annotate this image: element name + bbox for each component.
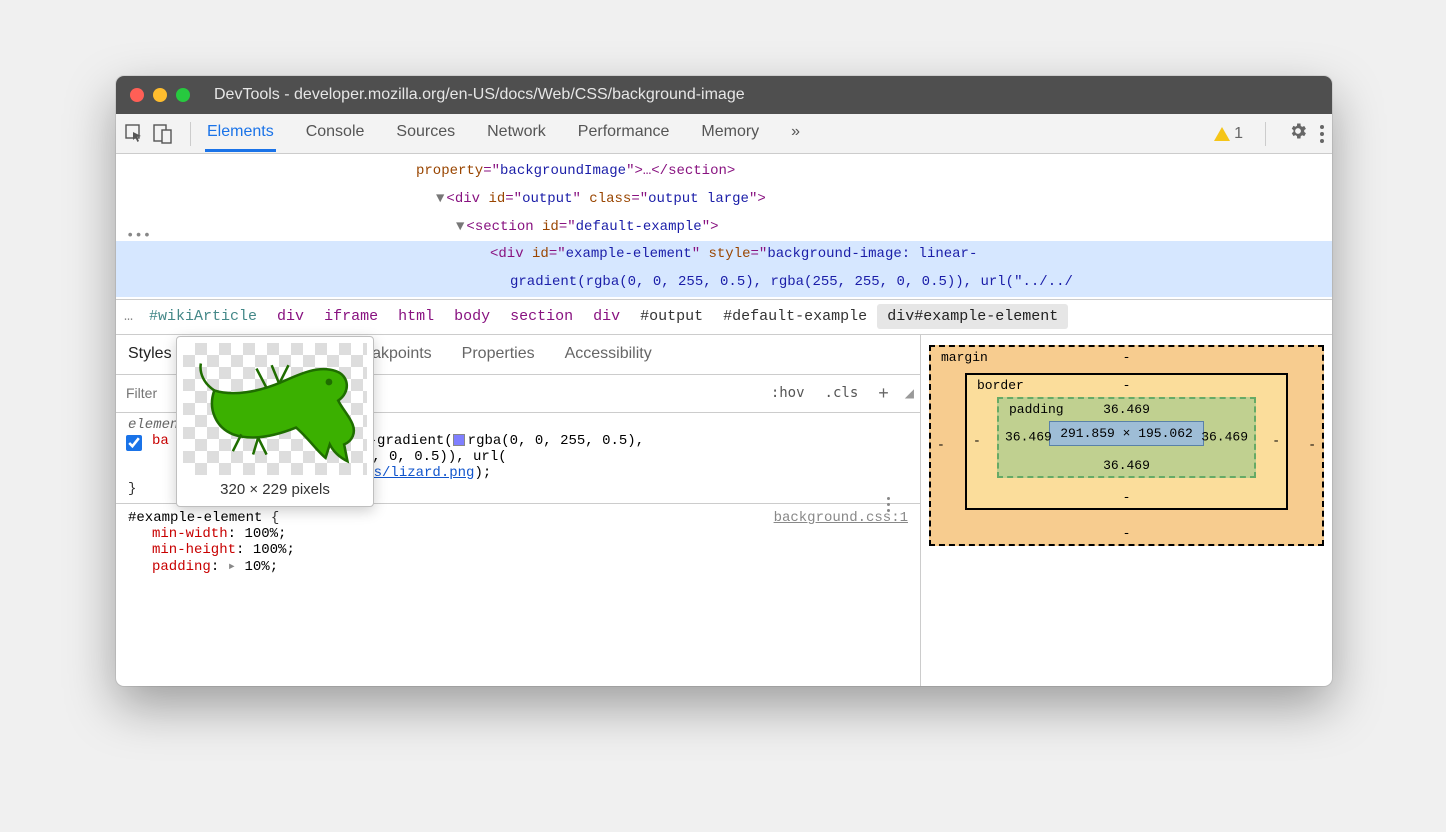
rule-close: } (128, 481, 136, 497)
more-options-icon[interactable] (1320, 125, 1324, 143)
box-border[interactable]: border - - - - padding 36.469 36.469 36.… (965, 373, 1288, 510)
separator (190, 122, 191, 146)
separator (1265, 122, 1266, 146)
dom-line[interactable]: property="backgroundImage">…</section> (116, 158, 1332, 186)
breadcrumb[interactable]: section (500, 304, 583, 329)
border-top[interactable]: - (1123, 378, 1131, 393)
close-window-button[interactable] (130, 88, 144, 102)
warning-icon (1214, 127, 1230, 141)
side-tab-styles[interactable]: Styles (128, 345, 172, 363)
breadcrumb-ellipsis[interactable]: … (124, 308, 133, 325)
new-style-rule-button[interactable]: + (868, 383, 899, 404)
style-declaration[interactable]: min-width: 100%; (128, 526, 908, 542)
dom-line[interactable]: ▼<div id="output" class="output large"> (116, 186, 1332, 214)
padding-right[interactable]: 36.469 (1201, 430, 1248, 445)
padding-bottom[interactable]: 36.469 (1103, 458, 1150, 473)
cls-toggle[interactable]: .cls (815, 385, 869, 401)
minimize-window-button[interactable] (153, 88, 167, 102)
image-dimensions: 320 × 229 pixels (183, 481, 367, 498)
breadcrumb[interactable]: div (267, 304, 314, 329)
expand-corner-icon[interactable]: ◢ (899, 386, 920, 400)
box-model-pane: margin - - - - border - - - - padding 36… (920, 335, 1332, 686)
twisty-icon[interactable]: ▼ (456, 219, 464, 235)
panel-tabs: Elements Console Sources Network Perform… (205, 115, 802, 152)
warning-number: 1 (1234, 125, 1243, 143)
breadcrumb[interactable]: #wikiArticle (139, 304, 267, 329)
warning-count[interactable]: 1 (1214, 125, 1243, 143)
margin-label: margin (941, 350, 988, 365)
breadcrumb[interactable]: div (583, 304, 630, 329)
style-declaration[interactable]: padding: ▸ 10%; (128, 558, 908, 575)
titlebar: DevTools - developer.mozilla.org/en-US/d… (116, 76, 1332, 114)
breadcrumb[interactable]: body (444, 304, 500, 329)
margin-top[interactable]: - (1123, 350, 1131, 365)
box-padding[interactable]: padding 36.469 36.469 36.469 36.469 291.… (997, 397, 1256, 478)
tab-sources[interactable]: Sources (394, 115, 457, 152)
breadcrumb[interactable]: #default-example (713, 304, 877, 329)
margin-right[interactable]: - (1308, 438, 1316, 453)
device-toolbar-icon[interactable] (152, 123, 174, 145)
window-title: DevTools - developer.mozilla.org/en-US/d… (214, 86, 745, 104)
dom-tree[interactable]: property="backgroundImage">…</section> ▼… (116, 154, 1332, 299)
side-tab-properties[interactable]: Properties (462, 345, 535, 363)
breadcrumb[interactable]: html (388, 304, 444, 329)
rule-selector: #example-element { background.css:1 (128, 510, 908, 526)
border-bottom[interactable]: - (1123, 490, 1131, 505)
color-swatch-icon[interactable] (453, 434, 465, 446)
margin-left[interactable]: - (937, 438, 945, 453)
inspect-icon[interactable] (124, 123, 146, 145)
border-right[interactable]: - (1272, 434, 1280, 449)
tab-elements[interactable]: Elements (205, 115, 276, 152)
image-preview (183, 343, 367, 475)
border-left[interactable]: - (973, 434, 981, 449)
side-tab-accessibility[interactable]: Accessibility (565, 345, 652, 363)
ellipsis-icon[interactable]: ••• (122, 226, 155, 246)
breadcrumb[interactable]: #output (630, 304, 713, 329)
more-tabs-chevron[interactable]: » (789, 115, 802, 152)
breadcrumb-selected[interactable]: div#example-element (877, 304, 1068, 329)
expand-shorthand-icon[interactable]: ▸ (228, 559, 236, 575)
css-property: ba (152, 433, 169, 449)
traffic-lights (130, 88, 190, 102)
toolbar-right: 1 (1214, 121, 1324, 147)
lizard-icon (190, 350, 360, 468)
toolbar: Elements Console Sources Network Perform… (116, 114, 1332, 154)
tab-console[interactable]: Console (304, 115, 367, 152)
padding-top[interactable]: 36.469 (1103, 402, 1150, 417)
padding-label: padding (1009, 402, 1064, 417)
padding-left[interactable]: 36.469 (1005, 430, 1052, 445)
image-preview-tooltip: 320 × 229 pixels (176, 336, 374, 507)
settings-icon[interactable] (1288, 121, 1308, 147)
margin-bottom[interactable]: - (1123, 526, 1131, 541)
box-margin[interactable]: margin - - - - border - - - - padding 36… (929, 345, 1324, 546)
tab-performance[interactable]: Performance (576, 115, 672, 152)
dom-line[interactable]: <div id="example-element" style="backgro… (116, 241, 1332, 269)
dom-line[interactable]: gradient(rgba(0, 0, 255, 0.5), rgba(255,… (116, 269, 1332, 297)
style-declaration[interactable]: min-height: 100%; (128, 542, 908, 558)
dom-selected-row[interactable]: ••• <div id="example-element" style="bac… (116, 241, 1332, 297)
box-content[interactable]: 291.859 × 195.062 (1049, 421, 1204, 446)
breadcrumbs[interactable]: … #wikiArticle div iframe html body sect… (116, 299, 1332, 335)
source-link[interactable]: background.css:1 (774, 510, 908, 526)
dom-line[interactable]: ▼<section id="default-example"> (116, 214, 1332, 242)
zoom-window-button[interactable] (176, 88, 190, 102)
tab-memory[interactable]: Memory (699, 115, 761, 152)
hov-toggle[interactable]: :hov (761, 385, 815, 401)
twisty-icon[interactable]: ▼ (436, 191, 444, 207)
border-label: border (977, 378, 1024, 393)
tab-network[interactable]: Network (485, 115, 548, 152)
breadcrumb[interactable]: iframe (314, 304, 388, 329)
rule-menu-icon[interactable] (887, 497, 890, 512)
